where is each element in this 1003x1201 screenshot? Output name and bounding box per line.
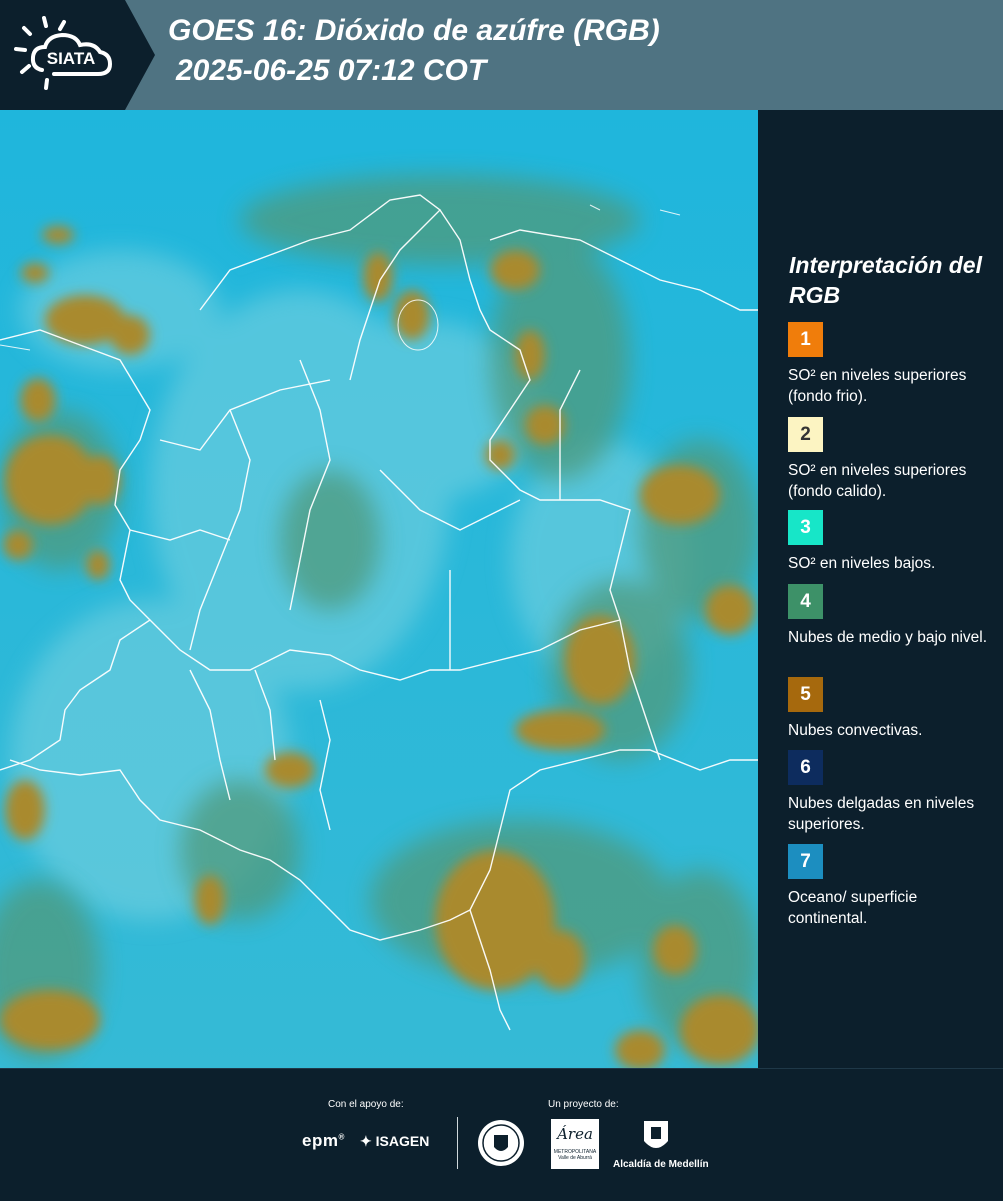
area-logo-subtext: METROPOLITANA Valle de Aburrá xyxy=(553,1149,597,1161)
satellite-map[interactable] xyxy=(0,110,758,1068)
legend-swatch-3: 3 xyxy=(788,510,823,545)
legend-swatch-5: 5 xyxy=(788,677,823,712)
footer-divider xyxy=(457,1117,458,1169)
legend-item-4: 4 Nubes de medio y bajo nivel. xyxy=(788,584,988,648)
footer: Con el apoyo de: Un proyecto de: epm® ✦ … xyxy=(0,1068,1003,1201)
medellin-seal-icon xyxy=(478,1120,524,1166)
legend-number-1: 1 xyxy=(800,328,811,350)
legend-swatch-4: 4 xyxy=(788,584,823,619)
logo-text: SIATA xyxy=(47,49,95,68)
legend-number-2: 2 xyxy=(800,423,811,445)
legend-number-7: 7 xyxy=(800,850,811,872)
legend-label-2: SO² en niveles superiores (fondo calido)… xyxy=(788,462,967,500)
legend-swatch-2: 2 xyxy=(788,417,823,452)
legend-label-1: SO² en niveles superiores (fondo frio). xyxy=(788,367,967,405)
legend-swatch-6: 6 xyxy=(788,750,823,785)
area-logo-text: Área xyxy=(557,1125,593,1143)
legend-swatch-7: 7 xyxy=(788,844,823,879)
isagen-logo-text: ISAGEN xyxy=(375,1133,430,1149)
legend-item-2: 2 SO² en niveles superiores (fondo calid… xyxy=(788,417,988,502)
legend-number-4: 4 xyxy=(800,590,811,612)
legend-label-6: Nubes delgadas en niveles superiores. xyxy=(788,795,975,833)
support-label: Con el apoyo de: xyxy=(328,1099,404,1110)
alcaldia-shield-icon xyxy=(644,1121,668,1148)
legend-label-7: Oceano/ superficie continental. xyxy=(788,889,918,927)
legend-label-4: Nubes de medio y bajo nivel. xyxy=(788,629,988,646)
page-title: GOES 16: Dióxido de azúfre (RGB) xyxy=(168,14,660,47)
legend-item-5: 5 Nubes convectivas. xyxy=(788,677,988,741)
header-bar: SIATA GOES 16: Dióxido de azúfre (RGB) 2… xyxy=(0,0,1003,110)
legend-item-7: 7 Oceano/ superficie continental. xyxy=(788,844,988,929)
legend-number-6: 6 xyxy=(800,756,811,778)
legend-item-1: 1 SO² en niveles superiores (fondo frio)… xyxy=(788,322,988,407)
siata-logo: SIATA xyxy=(0,0,155,110)
page-timestamp: 2025-06-25 07:12 COT xyxy=(176,54,487,87)
legend-item-3: 3 SO² en niveles bajos. xyxy=(788,510,988,574)
legend-number-3: 3 xyxy=(800,516,811,538)
legend-label-5: Nubes convectivas. xyxy=(788,722,923,739)
isagen-logo: ✦ ISAGEN xyxy=(360,1133,429,1150)
legend-item-6: 6 Nubes delgadas en niveles superiores. xyxy=(788,750,988,835)
legend-title: Interpretación del RGB xyxy=(789,252,982,308)
registered-mark: ® xyxy=(338,1132,345,1142)
project-label: Un proyecto de: xyxy=(548,1099,619,1110)
area-metropolitana-logo: Área METROPOLITANA Valle de Aburrá xyxy=(551,1119,599,1169)
satellite-image xyxy=(0,110,758,1068)
legend-number-5: 5 xyxy=(800,683,811,705)
legend-label-3: SO² en niveles bajos. xyxy=(788,555,936,572)
sun-cloud-icon: SIATA xyxy=(14,16,113,90)
isagen-icon: ✦ xyxy=(360,1133,372,1149)
legend-panel: Interpretación del RGB 1 SO² en niveles … xyxy=(760,110,1003,1068)
alcaldia-logo-text: Alcaldía de Medellín xyxy=(613,1159,709,1170)
epm-logo: epm® xyxy=(302,1131,345,1151)
epm-logo-text: epm xyxy=(302,1131,339,1150)
legend-swatch-1: 1 xyxy=(788,322,823,357)
